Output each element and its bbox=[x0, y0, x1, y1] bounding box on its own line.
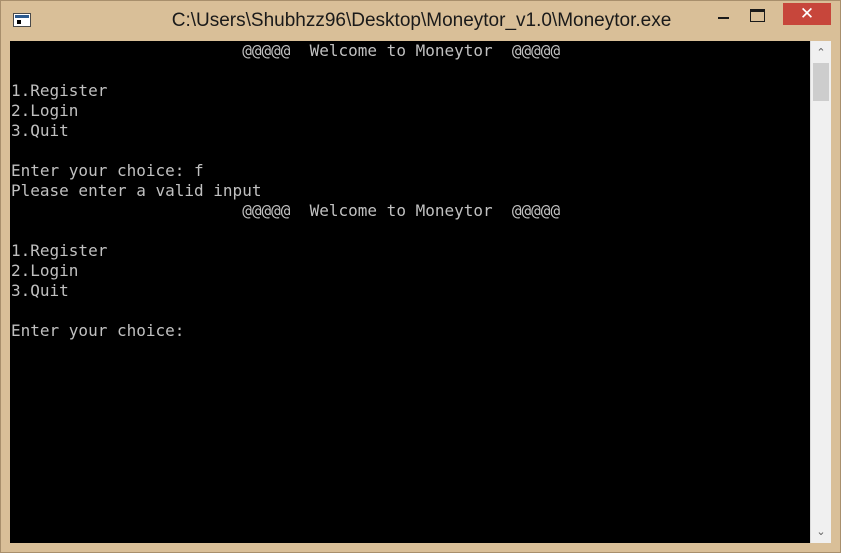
chevron-down-icon: ⌄ bbox=[816, 524, 826, 538]
chevron-up-icon: ⌃ bbox=[816, 45, 826, 59]
console-line: Enter your choice: bbox=[11, 321, 195, 340]
console-output-area[interactable]: @@@@@ Welcome to Moneytor @@@@@ 1.Regist… bbox=[10, 41, 810, 543]
close-icon: ✕ bbox=[799, 4, 815, 24]
console-line: 1.Register bbox=[11, 241, 108, 260]
console-line: @@@@@ Welcome to Moneytor @@@@@ bbox=[11, 201, 561, 220]
close-button[interactable]: ✕ bbox=[783, 3, 831, 25]
console-line: 3.Quit bbox=[11, 121, 69, 140]
window-frame-right bbox=[831, 41, 840, 543]
minimize-button[interactable] bbox=[707, 3, 739, 27]
console-line: 1.Register bbox=[11, 81, 108, 100]
console-line: 2.Login bbox=[11, 261, 79, 280]
scroll-thumb[interactable] bbox=[813, 63, 829, 101]
console-line: 3.Quit bbox=[11, 281, 69, 300]
minimize-icon bbox=[717, 17, 729, 19]
window-frame-bottom bbox=[1, 543, 840, 552]
vertical-scrollbar[interactable]: ⌃ ⌄ bbox=[810, 41, 831, 543]
console-line: Please enter a valid input bbox=[11, 181, 262, 200]
scroll-down-button[interactable]: ⌄ bbox=[811, 521, 831, 541]
scroll-up-button[interactable]: ⌃ bbox=[811, 42, 831, 62]
maximize-button[interactable] bbox=[741, 3, 773, 27]
console-line: 2.Login bbox=[11, 101, 79, 120]
console-line: Enter your choice: f bbox=[11, 161, 204, 180]
title-bar[interactable]: C:\Users\Shubhzz96\Desktop\Moneytor_v1.0… bbox=[1, 1, 840, 41]
console-text: @@@@@ Welcome to Moneytor @@@@@ 1.Regist… bbox=[11, 41, 560, 341]
maximize-icon bbox=[749, 8, 765, 22]
console-line: @@@@@ Welcome to Moneytor @@@@@ bbox=[11, 41, 561, 60]
console-window: C:\Users\Shubhzz96\Desktop\Moneytor_v1.0… bbox=[0, 0, 841, 553]
